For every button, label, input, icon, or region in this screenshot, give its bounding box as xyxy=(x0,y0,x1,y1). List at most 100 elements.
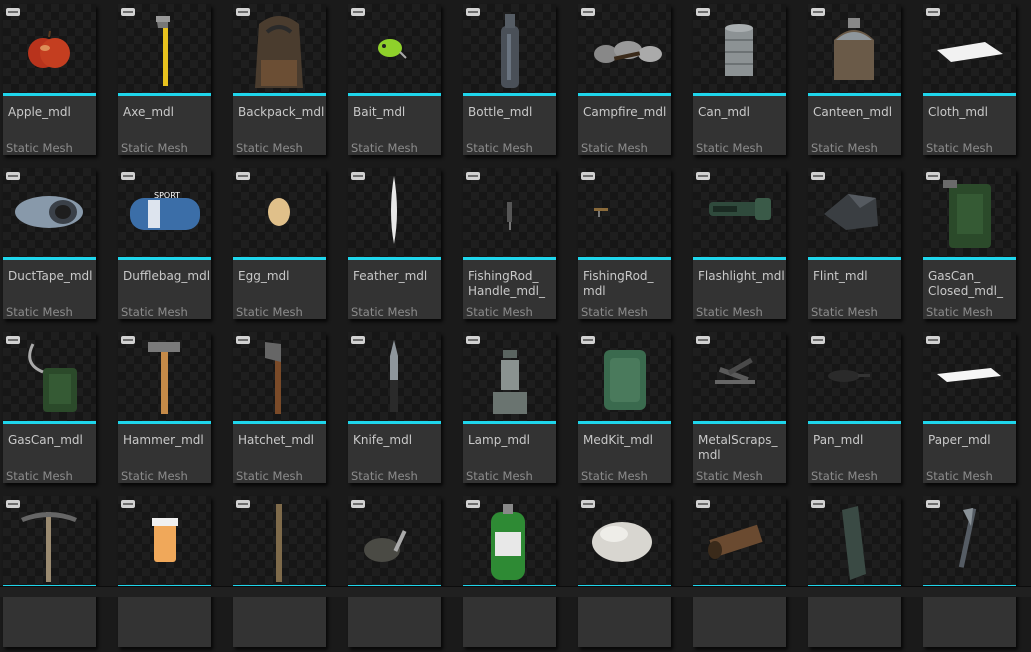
asset-thumbnail[interactable] xyxy=(348,332,441,421)
asset-tile[interactable]: Apple_mdl Static Mesh xyxy=(3,4,96,155)
tool-icon xyxy=(958,508,977,568)
asset-thumbnail[interactable] xyxy=(923,496,1016,585)
asset-info: Bottle_mdl Static Mesh xyxy=(463,96,556,155)
duct-tape-icon xyxy=(15,196,83,228)
asset-thumbnail[interactable] xyxy=(348,4,441,93)
asset-type-label: Static Mesh xyxy=(121,469,188,483)
asset-thumbnail[interactable] xyxy=(463,4,556,93)
asset-tile[interactable]: Pan_mdl Static Mesh xyxy=(808,332,901,483)
asset-tile[interactable]: Backpack_mdl Static Mesh xyxy=(233,4,326,155)
asset-name: Cloth_mdl xyxy=(928,105,989,119)
asset-thumbnail[interactable]: SPORT xyxy=(118,168,211,257)
asset-type-badge-icon xyxy=(926,336,940,344)
asset-tile[interactable]: Flashlight_mdl Static Mesh xyxy=(693,168,786,319)
asset-tile[interactable]: Feather_mdl Static Mesh xyxy=(348,168,441,319)
asset-tile[interactable] xyxy=(578,496,671,647)
asset-thumbnail[interactable] xyxy=(463,496,556,585)
asset-tile[interactable]: GasCan_mdl Static Mesh xyxy=(3,332,96,483)
asset-tile[interactable]: Knife_mdl Static Mesh xyxy=(348,332,441,483)
asset-name: Pan_mdl xyxy=(813,433,864,447)
asset-type-badge-icon xyxy=(581,336,595,344)
asset-type-label: Static Mesh xyxy=(236,305,303,319)
asset-thumbnail[interactable] xyxy=(233,168,326,257)
asset-tile[interactable] xyxy=(923,496,1016,647)
asset-thumbnail[interactable] xyxy=(693,332,786,421)
asset-info: Bait_mdl Static Mesh xyxy=(348,96,441,155)
asset-thumbnail[interactable] xyxy=(808,496,901,585)
asset-thumbnail[interactable] xyxy=(808,332,901,421)
asset-tile[interactable]: FishingRod_ Handle_mdl_ Static Mesh xyxy=(463,168,556,319)
asset-thumbnail[interactable] xyxy=(233,4,326,93)
asset-thumbnail[interactable] xyxy=(118,4,211,93)
rock-icon xyxy=(592,522,652,562)
asset-tile[interactable]: MedKit_mdl Static Mesh xyxy=(578,332,671,483)
asset-type-label: Static Mesh xyxy=(696,469,763,483)
asset-name: GasCan_mdl xyxy=(8,433,83,447)
asset-thumbnail[interactable] xyxy=(118,332,211,421)
asset-tile[interactable] xyxy=(233,496,326,647)
asset-type-label: Static Mesh xyxy=(581,141,648,155)
asset-thumbnail[interactable] xyxy=(693,168,786,257)
asset-name: Axe_mdl xyxy=(123,105,174,119)
asset-tile[interactable]: Egg_mdl Static Mesh xyxy=(233,168,326,319)
asset-tile[interactable]: Cloth_mdl Static Mesh xyxy=(923,4,1016,155)
asset-thumbnail[interactable] xyxy=(3,4,96,93)
asset-thumbnail[interactable] xyxy=(578,496,671,585)
asset-thumbnail[interactable] xyxy=(463,332,556,421)
asset-thumbnail[interactable] xyxy=(693,496,786,585)
asset-tile[interactable]: Bait_mdl Static Mesh xyxy=(348,4,441,155)
asset-tile[interactable] xyxy=(463,496,556,647)
asset-tile[interactable] xyxy=(118,496,211,647)
asset-tile[interactable]: Lamp_mdl Static Mesh xyxy=(463,332,556,483)
asset-tile[interactable]: Axe_mdl Static Mesh xyxy=(118,4,211,155)
asset-tile[interactable] xyxy=(3,496,96,647)
asset-tile[interactable]: GasCan_ Closed_mdl_ Static Mesh xyxy=(923,168,1016,319)
asset-tile[interactable] xyxy=(348,496,441,647)
asset-type-label: Static Mesh xyxy=(236,469,303,483)
asset-thumbnail[interactable] xyxy=(233,496,326,585)
asset-type-badge-icon xyxy=(6,8,20,16)
asset-thumbnail[interactable] xyxy=(578,168,671,257)
asset-name: Campfire_mdl xyxy=(583,105,667,119)
asset-type-badge-icon xyxy=(581,172,595,180)
asset-thumbnail[interactable] xyxy=(348,168,441,257)
asset-tile[interactable]: Campfire_mdl Static Mesh xyxy=(578,4,671,155)
asset-thumbnail[interactable] xyxy=(3,496,96,585)
bottom-scroll-bar[interactable] xyxy=(0,586,1031,597)
asset-tile[interactable]: Hatchet_mdl Static Mesh xyxy=(233,332,326,483)
asset-thumbnail[interactable] xyxy=(118,496,211,585)
asset-info: Flint_mdl Static Mesh xyxy=(808,260,901,319)
asset-tile[interactable]: Paper_mdl Static Mesh xyxy=(923,332,1016,483)
asset-name: Can_mdl xyxy=(698,105,750,119)
asset-tile[interactable] xyxy=(808,496,901,647)
asset-thumbnail[interactable] xyxy=(808,168,901,257)
asset-tile[interactable] xyxy=(693,496,786,647)
asset-thumbnail[interactable] xyxy=(578,4,671,93)
asset-thumbnail[interactable] xyxy=(233,332,326,421)
asset-thumbnail[interactable] xyxy=(3,168,96,257)
asset-thumbnail[interactable] xyxy=(578,332,671,421)
asset-tile[interactable]: FishingRod_ mdl Static Mesh xyxy=(578,168,671,319)
asset-tile[interactable]: Can_mdl Static Mesh xyxy=(693,4,786,155)
asset-type-badge-icon xyxy=(121,336,135,344)
asset-type-label: Static Mesh xyxy=(926,141,993,155)
asset-tile[interactable]: Flint_mdl Static Mesh xyxy=(808,168,901,319)
asset-tile[interactable]: Canteen_mdl Static Mesh xyxy=(808,4,901,155)
asset-thumbnail[interactable] xyxy=(923,168,1016,257)
asset-tile[interactable]: MetalScraps_ mdl Static Mesh xyxy=(693,332,786,483)
asset-info: Backpack_mdl Static Mesh xyxy=(233,96,326,155)
asset-thumbnail[interactable] xyxy=(923,4,1016,93)
cloth-icon xyxy=(937,42,1003,62)
asset-thumbnail[interactable] xyxy=(463,168,556,257)
asset-type-badge-icon xyxy=(811,336,825,344)
asset-tile[interactable]: Bottle_mdl Static Mesh xyxy=(463,4,556,155)
asset-tile[interactable]: SPORT Dufflebag_mdl Static Mesh xyxy=(118,168,211,319)
bottle-icon xyxy=(501,14,519,88)
asset-thumbnail[interactable] xyxy=(808,4,901,93)
asset-tile[interactable]: DuctTape_mdl Static Mesh xyxy=(3,168,96,319)
asset-thumbnail[interactable] xyxy=(693,4,786,93)
asset-thumbnail[interactable] xyxy=(3,332,96,421)
asset-tile[interactable]: Hammer_mdl Static Mesh xyxy=(118,332,211,483)
asset-thumbnail[interactable] xyxy=(923,332,1016,421)
asset-thumbnail[interactable] xyxy=(348,496,441,585)
